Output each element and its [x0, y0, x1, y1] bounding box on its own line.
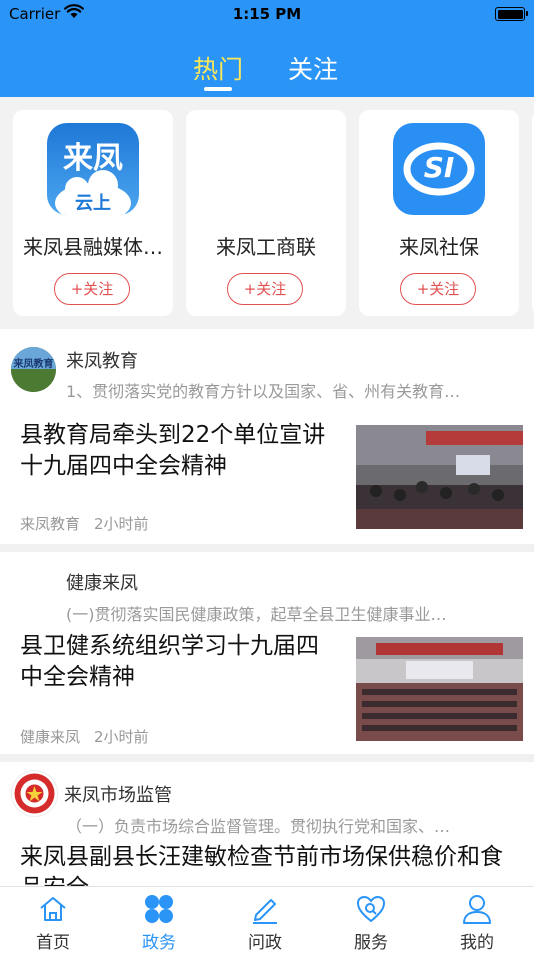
- feed-divider: [0, 544, 534, 552]
- account-name: 来凤县融媒体…: [23, 235, 163, 259]
- tab-follow[interactable]: 关注: [288, 50, 338, 86]
- source-description: 1、贯彻落实党的教育方针以及国家、省、州有关教育…: [66, 382, 461, 401]
- news-item[interactable]: 健康来凤 (一)贯彻落实国民健康政策，起草全县卫生健康事业… 县卫健系统组织学习…: [0, 552, 534, 754]
- follow-button[interactable]: +关注: [227, 273, 303, 305]
- follow-button[interactable]: +关注: [400, 273, 476, 305]
- news-thumbnail[interactable]: [356, 425, 523, 529]
- top-header: Carrier 1:15 PM 热门 关注: [0, 0, 534, 97]
- news-item[interactable]: 来凤市场监管 （一）负责市场综合监督管理。贯彻执行党和国家、… 来凤县副县长汪建…: [0, 762, 534, 886]
- meta-source: 来凤教育: [20, 515, 81, 533]
- clock: 1:15 PM: [232, 5, 302, 23]
- gongshanglian-logo: [220, 123, 312, 215]
- account-name: 来凤社保: [399, 235, 479, 259]
- battery-icon: [495, 7, 528, 21]
- rongmeiti-logo-subtext: 云上: [75, 193, 111, 214]
- news-item[interactable]: 来凤教育 来凤教育 1、贯彻落实党的教育方针以及国家、省、州有关教育… 县教育局…: [0, 329, 534, 544]
- rongmeiti-logo-text: 来凤: [63, 141, 123, 176]
- shebao-logo: SI: [393, 123, 485, 215]
- meta-time: 2小时前: [94, 515, 149, 533]
- rongmeiti-logo: 来凤 云上: [47, 123, 139, 215]
- tabbar-label: 问政: [248, 933, 282, 953]
- news-meta: 来凤教育 2小时前: [20, 513, 149, 534]
- follow-button[interactable]: +关注: [54, 273, 130, 305]
- tabbar-label: 我的: [460, 933, 494, 953]
- tabbar-label: 服务: [354, 933, 388, 953]
- source-avatar[interactable]: [11, 770, 58, 817]
- account-card-shebao[interactable]: SI 来凤社保 +关注: [359, 110, 519, 316]
- status-bar: Carrier 1:15 PM: [0, 0, 534, 30]
- source-name[interactable]: 来凤教育: [66, 347, 138, 373]
- pencil-icon: [253, 899, 277, 924]
- meta-time: 2小时前: [94, 728, 149, 746]
- heart-search-icon: [356, 895, 386, 923]
- source-name[interactable]: 健康来凤: [66, 569, 138, 595]
- home-icon: [40, 897, 66, 921]
- account-name: 来凤工商联: [216, 235, 316, 259]
- tabbar-government[interactable]: 政务: [106, 887, 212, 953]
- active-tab-indicator: [204, 87, 232, 91]
- news-thumbnail[interactable]: [356, 637, 523, 741]
- meta-source: 健康来凤: [20, 728, 81, 746]
- account-card-rongmeiti[interactable]: 来凤 云上 来凤县融媒体… +关注: [13, 110, 173, 316]
- recommended-accounts[interactable]: 来凤 云上 来凤县融媒体… +关注 来凤工商联 +关注 SI 来凤社保 +关注: [0, 97, 534, 329]
- tabbar-home[interactable]: 首页: [0, 887, 106, 953]
- avatar-text: 来凤教育: [13, 359, 54, 370]
- tabbar-label: 政务: [142, 933, 176, 953]
- bottom-tab-bar: 首页 政务 问政 服务 我的: [0, 886, 534, 953]
- tabbar-inquiry[interactable]: 问政: [212, 887, 318, 953]
- news-title[interactable]: 来凤县副县长汪建敏检查节前市场保供稳价和食品安全: [20, 842, 520, 886]
- news-title[interactable]: 县卫健系统组织学习十九届四中全会精神: [20, 631, 340, 693]
- tab-hot[interactable]: 热门: [193, 50, 243, 86]
- source-name[interactable]: 来凤市场监管: [64, 781, 172, 807]
- person-icon: [463, 895, 491, 924]
- news-title[interactable]: 县教育局牵头到22个单位宣讲十九届四中全会精神: [20, 420, 340, 482]
- source-description: （一）负责市场综合监督管理。贯彻执行党和国家、…: [66, 817, 451, 836]
- account-card-gongshanglian[interactable]: 来凤工商联 +关注: [186, 110, 346, 316]
- source-avatar[interactable]: 来凤教育: [11, 347, 56, 392]
- tabbar-label: 首页: [36, 933, 70, 953]
- tabbar-service[interactable]: 服务: [318, 887, 424, 953]
- news-meta: 健康来凤 2小时前: [20, 726, 149, 747]
- feed-divider: [0, 754, 534, 762]
- shebao-logo-text: SI: [423, 151, 455, 184]
- grid-icon: [145, 895, 173, 923]
- tabbar-profile[interactable]: 我的: [424, 887, 530, 953]
- source-description: (一)贯彻落实国民健康政策，起草全县卫生健康事业…: [66, 605, 447, 624]
